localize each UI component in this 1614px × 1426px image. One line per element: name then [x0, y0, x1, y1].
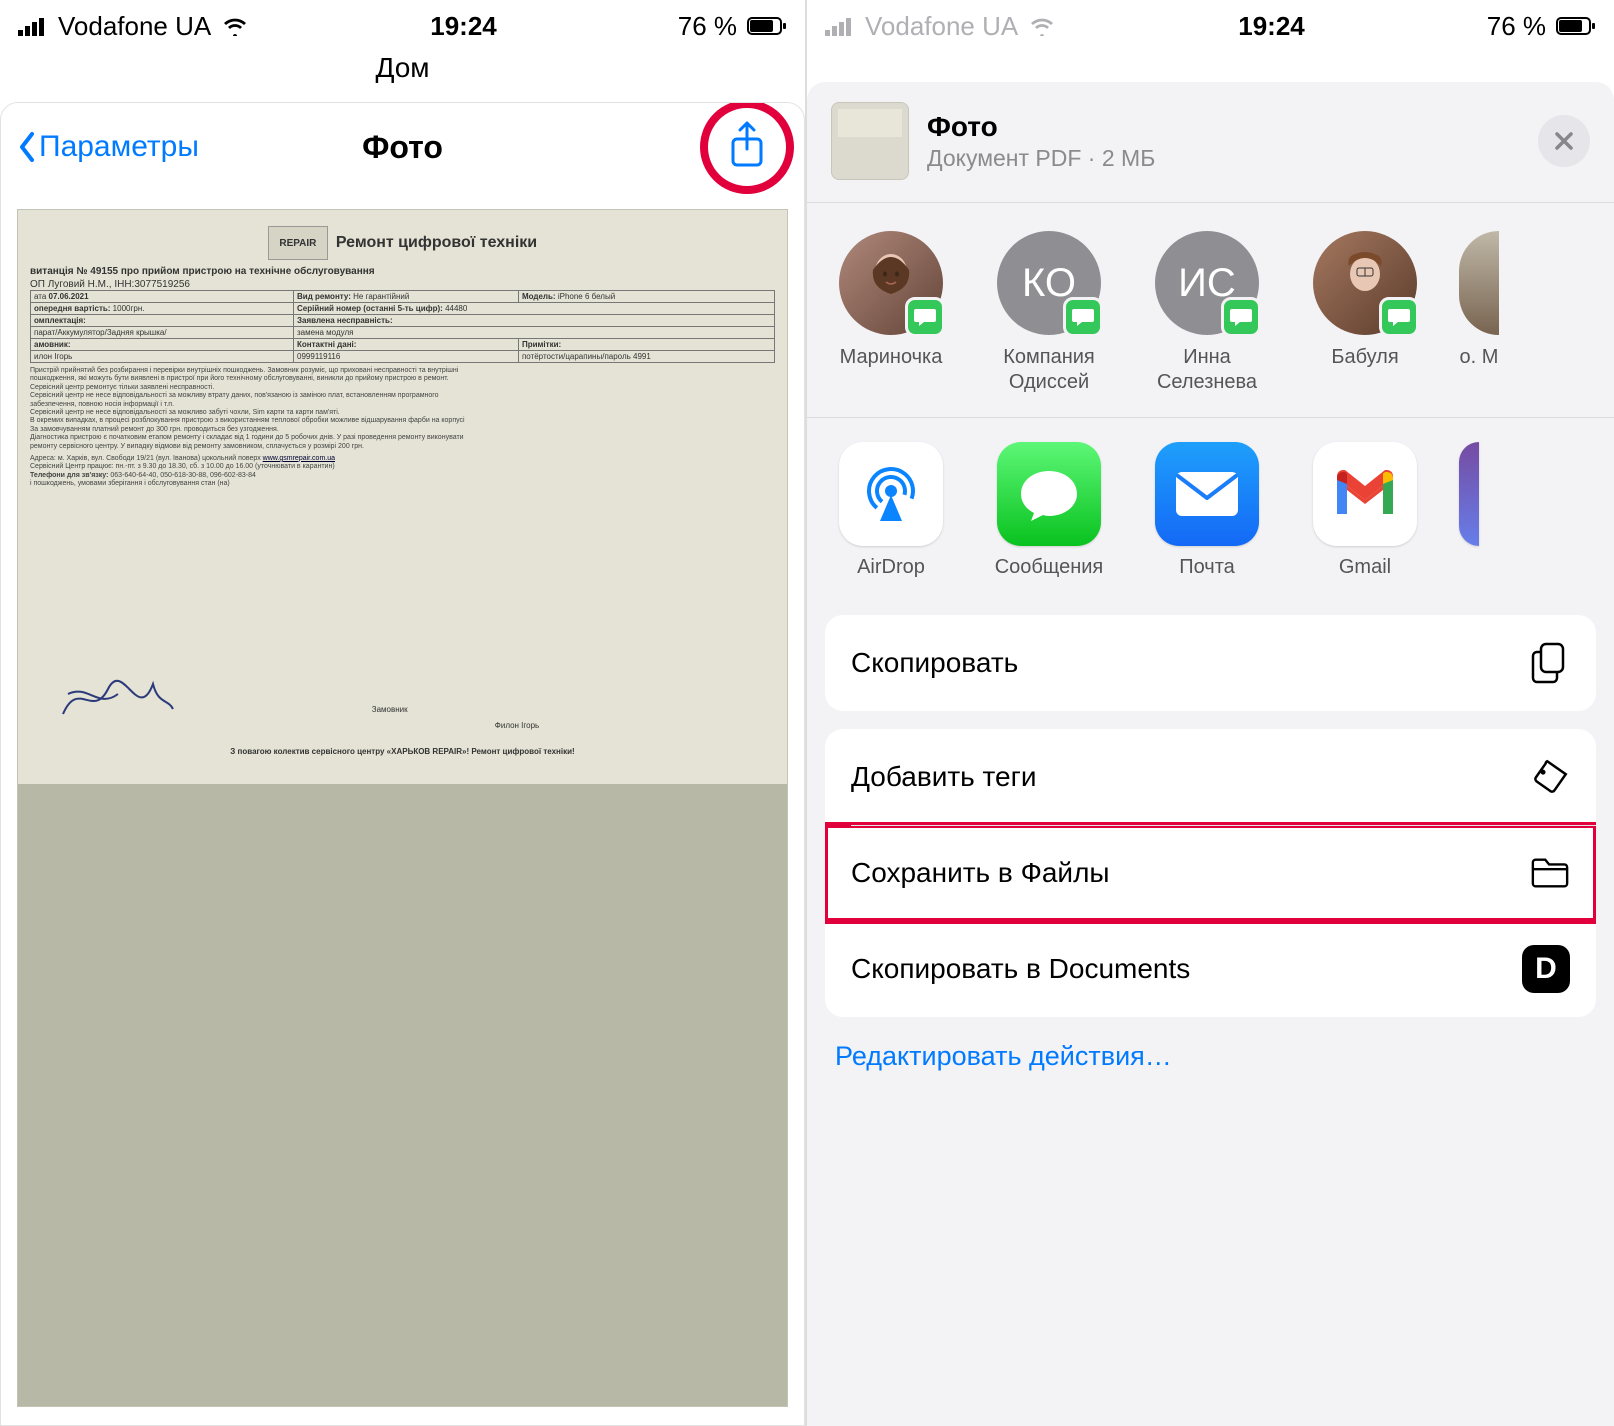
- battery-percent: 76 %: [678, 11, 737, 42]
- app-name: Gmail: [1339, 556, 1391, 579]
- apps-row: AirDrop Сообщения Почта Gmail: [807, 418, 1614, 603]
- contact-item[interactable]: Бабуля: [1301, 231, 1429, 395]
- contacts-row: Мариночка КО Компания Одиссей ИС: [807, 203, 1614, 417]
- document-preview[interactable]: REPAIR Ремонт цифрової техніки витанція …: [17, 209, 788, 1407]
- share-subtitle: Документ PDF · 2 МБ: [927, 145, 1520, 172]
- contact-item[interactable]: о. М: [1459, 231, 1499, 395]
- share-title: Фото: [927, 111, 1520, 143]
- wifi-icon: [1028, 16, 1056, 36]
- status-time: 19:24: [1056, 11, 1487, 42]
- doc-heading: Ремонт цифрової техніки: [336, 234, 537, 252]
- background-nav-title: Дом: [0, 52, 805, 100]
- preview-sheet: Параметры Фото REPAIR Ремонт цифрової те…: [0, 102, 805, 1426]
- battery-icon: [1556, 16, 1596, 36]
- close-button[interactable]: [1538, 115, 1590, 167]
- share-header: Фото Документ PDF · 2 МБ: [807, 82, 1614, 202]
- folder-icon: [1530, 853, 1570, 893]
- app-item-airdrop[interactable]: AirDrop: [827, 442, 955, 579]
- share-sheet: Фото Документ PDF · 2 МБ Мариночка: [807, 82, 1614, 1426]
- back-label: Параметры: [39, 130, 199, 164]
- left-phone: Vodafone UA 19:24 76 % Дом Параметры Фот…: [0, 0, 807, 1426]
- avatar: [1313, 231, 1417, 335]
- status-time: 19:24: [249, 11, 678, 42]
- action-label: Сохранить в Файлы: [851, 857, 1110, 889]
- action-label: Скопировать в Documents: [851, 953, 1190, 985]
- share-button-highlight: [700, 102, 794, 194]
- carrier-label: Vodafone UA: [865, 11, 1018, 42]
- close-icon: [1553, 130, 1575, 152]
- avatar: ИС: [1155, 231, 1259, 335]
- app-item-gmail[interactable]: Gmail: [1301, 442, 1429, 579]
- carrier-label: Vodafone UA: [58, 11, 211, 42]
- doc-table: ата 07.06.2021 Вид ремонту: Не гарантійн…: [30, 290, 775, 363]
- app-item-messages[interactable]: Сообщения: [985, 442, 1113, 579]
- tag-icon: [1530, 757, 1570, 797]
- avatar: [1459, 231, 1499, 335]
- document-thumbnail: [831, 102, 909, 180]
- copy-icon: [1530, 643, 1570, 683]
- app-item-mail[interactable]: Почта: [1143, 442, 1271, 579]
- doc-receipt-line: витанція № 49155 про прийом пристрою на …: [30, 266, 775, 277]
- app-name: AirDrop: [857, 556, 925, 579]
- background-peek: [807, 52, 1614, 72]
- copy-to-documents-action[interactable]: Скопировать в Documents D: [825, 921, 1596, 1017]
- contact-name: о. М: [1460, 345, 1499, 393]
- messages-icon: [997, 442, 1101, 546]
- battery-icon: [747, 16, 787, 36]
- battery-percent: 76 %: [1487, 11, 1546, 42]
- save-to-files-action[interactable]: Сохранить в Файлы: [825, 825, 1596, 921]
- avatar: [839, 231, 943, 335]
- gmail-icon: [1313, 442, 1417, 546]
- nav-bar: Параметры Фото: [1, 103, 804, 191]
- signal-icon: [825, 16, 855, 36]
- status-bar: Vodafone UA 19:24 76 %: [0, 0, 805, 52]
- documents-app-icon: D: [1522, 945, 1570, 993]
- messages-badge-icon: [1379, 297, 1419, 337]
- edit-actions-link[interactable]: Редактировать действия…: [807, 1017, 1614, 1096]
- contact-item[interactable]: КО Компания Одиссей: [985, 231, 1113, 395]
- messages-badge-icon: [1063, 297, 1103, 337]
- copy-action[interactable]: Скопировать: [825, 615, 1596, 711]
- add-tags-action[interactable]: Добавить теги: [825, 729, 1596, 825]
- actions-group: Добавить теги Сохранить в Файлы Скопиров…: [825, 729, 1596, 1017]
- signal-icon: [18, 16, 48, 36]
- messages-badge-icon: [1221, 297, 1261, 337]
- avatar: КО: [997, 231, 1101, 335]
- contact-name: Мариночка: [840, 345, 943, 393]
- share-button[interactable]: [727, 121, 767, 174]
- right-phone: Vodafone UA 19:24 76 % Фото Документ PDF…: [807, 0, 1614, 1426]
- share-icon: [727, 121, 767, 169]
- action-label: Добавить теги: [851, 761, 1036, 793]
- contact-item[interactable]: Мариночка: [827, 231, 955, 395]
- app-name: Почта: [1179, 556, 1235, 579]
- doc-fineprint: Пристрій прийнятий без розбирання і пере…: [30, 367, 775, 488]
- mail-icon: [1155, 442, 1259, 546]
- doc-logo: REPAIR: [268, 226, 328, 260]
- wifi-icon: [221, 16, 249, 36]
- app-icon: [1459, 442, 1479, 546]
- document-page: REPAIR Ремонт цифрової техніки витанція …: [18, 210, 787, 784]
- contact-item[interactable]: ИС Инна Селезнева: [1143, 231, 1271, 395]
- contact-name: Бабуля: [1331, 345, 1398, 393]
- action-label: Скопировать: [851, 647, 1018, 679]
- actions-group: Скопировать: [825, 615, 1596, 711]
- back-button[interactable]: Параметры: [17, 130, 199, 164]
- app-name: Сообщения: [995, 556, 1104, 579]
- messages-badge-icon: [905, 297, 945, 337]
- airdrop-icon: [839, 442, 943, 546]
- signature-icon: [58, 674, 178, 724]
- contact-name: Инна Селезнева: [1143, 345, 1271, 395]
- doc-footer: З повагою колектив сервісного центру «ХА…: [18, 747, 787, 756]
- contact-name: Компания Одиссей: [985, 345, 1113, 395]
- app-item-partial[interactable]: [1459, 442, 1479, 579]
- chevron-left-icon: [17, 131, 37, 163]
- doc-owner-line: ОП Луговий Н.М., ІНН:3077519256: [30, 279, 775, 290]
- status-bar: Vodafone UA 19:24 76 %: [807, 0, 1614, 52]
